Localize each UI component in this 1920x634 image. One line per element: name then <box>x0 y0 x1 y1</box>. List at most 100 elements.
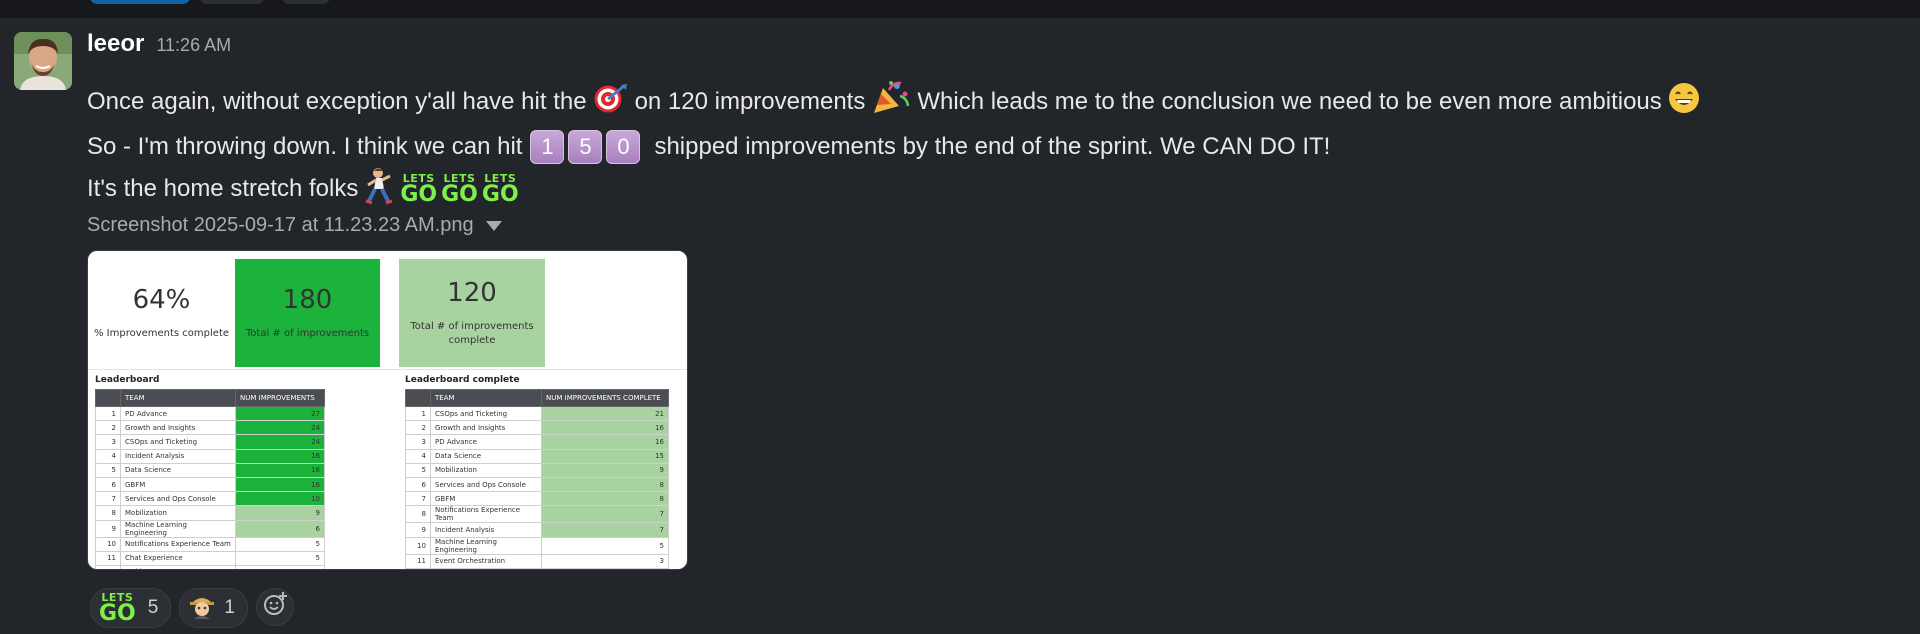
reaction-count: 1 <box>224 597 235 618</box>
team-cell: Machine Learning Engineering <box>120 519 236 538</box>
lets-go-emoji: LETS GO <box>481 171 519 207</box>
username[interactable]: leeor <box>87 30 144 58</box>
party-popper-icon <box>871 80 911 123</box>
value-cell: 27 <box>235 405 325 422</box>
table-row: 12Dev Ecosystem and Public APIs1 <box>405 567 669 569</box>
rank-cell: 5 <box>95 462 121 478</box>
table-row: 9 Machine Learning Engineering 6 <box>95 519 325 538</box>
table-row: 6 GBFM 16 <box>95 476 325 493</box>
rank-cell: 4 <box>95 448 121 464</box>
attachment-image-preview[interactable]: 64% % Improvements complete 180 Total # … <box>87 250 688 570</box>
table-row: 1 CSOps and Ticketing 21 <box>405 405 669 422</box>
table-row: 5 Mobilization 9 <box>405 462 669 478</box>
rank-cell: 2 <box>405 420 431 436</box>
rank-cell: 12 <box>95 564 121 569</box>
leaderboard-table: TEAM NUM IMPROVEMENTS 1 PD Advance 27 2 Grow… <box>95 389 325 569</box>
message-text: on 120 improvements <box>634 87 866 115</box>
team-cell: Mobilization <box>430 462 542 478</box>
team-cell: Data Science <box>430 448 542 464</box>
team-cell: Machine Learning Engineering <box>430 536 542 555</box>
message-line-2: So - I'm throwing down. I think we can h… <box>87 130 1330 164</box>
value-cell: 8 <box>541 491 669 507</box>
table-row: 5 Data Science 16 <box>95 462 325 478</box>
bullseye-icon <box>593 83 629 120</box>
table-row: 3 PD Advance 16 <box>405 434 669 450</box>
team-cell: Event Orchestration <box>430 553 542 569</box>
top-toolbar-edge <box>0 0 1920 18</box>
keycap-5-icon: 5 <box>568 130 603 164</box>
rank-cell: 4 <box>405 448 431 464</box>
toolbar-button-edge[interactable] <box>200 0 264 4</box>
reactions-bar: LETS GO 5 1 <box>90 588 294 628</box>
avatar[interactable] <box>14 32 72 90</box>
reaction-detective[interactable]: 1 <box>179 588 248 628</box>
divider <box>88 369 687 370</box>
attachment-filename-text[interactable]: Screenshot 2025-09-17 at 11.23.23 AM.png <box>87 214 474 237</box>
leaderboard-complete-table: TEAM NUM IMPROVEMENTS COMPLETE 1 CSOps an… <box>405 389 669 569</box>
rank-cell: 3 <box>95 434 121 450</box>
team-cell: Incidents <box>120 564 236 569</box>
message-line-1: Once again, without exception y'all have… <box>87 80 1706 123</box>
team-cell: Mobilization <box>120 505 236 521</box>
message-text: Which leads me to the conclusion we need… <box>917 87 1662 115</box>
value-cell: 5 <box>541 536 669 555</box>
table-row: 8 Notifications Experience Team 7 <box>405 505 669 524</box>
table-row: 11 Chat Experience 5 <box>95 550 325 566</box>
kpi-value: 180 <box>282 285 333 315</box>
rank-cell: 10 <box>95 536 121 552</box>
rank-cell: 8 <box>95 505 121 521</box>
table-row: 10 Notifications Experience Team 5 <box>95 536 325 552</box>
value-cell: 7 <box>541 522 669 538</box>
add-reaction-icon <box>262 591 288 623</box>
toolbar-button-edge[interactable] <box>282 0 330 4</box>
table-row: 2 Growth and Insights 24 <box>95 420 325 436</box>
team-cell: Growth and Insights <box>430 420 542 436</box>
leaderboard-complete-title: Leaderboard complete <box>405 375 520 385</box>
add-reaction-button[interactable] <box>255 588 294 626</box>
rank-cell: 6 <box>95 476 121 493</box>
kpi-label: Total # of improvements complete <box>410 321 534 346</box>
rank-cell: 7 <box>405 491 431 507</box>
table-row: 10 Machine Learning Engineering 5 <box>405 536 669 555</box>
team-cell: Notifications Experience Team <box>120 536 236 552</box>
chevron-down-icon[interactable] <box>485 220 502 231</box>
rank-cell: 11 <box>95 550 121 566</box>
detective-emoji <box>188 591 216 625</box>
value-cell: 21 <box>541 405 669 422</box>
value-cell: 24 <box>235 434 325 450</box>
attachment-filename[interactable]: Screenshot 2025-09-17 at 11.23.23 AM.png <box>87 214 502 237</box>
lets-go-emoji: LETS GO <box>99 590 136 626</box>
value-cell: 16 <box>235 462 325 478</box>
toolbar-button-edge[interactable] <box>90 0 190 4</box>
table-row: 2 Growth and Insights 16 <box>405 420 669 436</box>
value-cell: 16 <box>541 434 669 450</box>
table-row: 8 Mobilization 9 <box>95 505 325 521</box>
team-cell: CSOps and Ticketing <box>430 405 542 422</box>
value-cell: 3 <box>541 553 669 569</box>
team-cell: Dev Ecosystem and Public APIs <box>430 567 542 569</box>
kpi-total-complete: 120 Total # of improvements complete <box>399 259 545 367</box>
rank-cell: 5 <box>405 462 431 478</box>
value-cell: 1 <box>541 567 669 569</box>
table-row: 9 Incident Analysis 7 <box>405 522 669 538</box>
value-cell: 16 <box>235 476 325 493</box>
value-cell: 9 <box>541 462 669 478</box>
lets-go-emoji: LETS GO <box>441 171 478 207</box>
rank-cell: 12 <box>405 567 431 569</box>
reaction-lets-go[interactable]: LETS GO 5 <box>90 588 172 628</box>
team-cell: GBFM <box>430 491 542 507</box>
team-cell: Notifications Experience Team <box>430 505 542 524</box>
team-cell: Chat Experience <box>120 550 236 566</box>
table-row: 3 CSOps and Ticketing 24 <box>95 434 325 450</box>
team-cell: CSOps and Ticketing <box>120 434 236 450</box>
value-cell: 5 <box>235 536 325 552</box>
rank-cell: 2 <box>95 420 121 436</box>
column-header: TEAM <box>120 389 236 407</box>
message-text: Once again, without exception y'all have… <box>87 87 587 115</box>
timestamp[interactable]: 11:26 AM <box>156 35 231 56</box>
table-row: 7 GBFM 8 <box>405 491 669 507</box>
message: leeor 11:26 AM Once again, without excep… <box>0 18 1920 634</box>
leaderboard-title: Leaderboard <box>95 375 160 385</box>
column-header: TEAM <box>430 389 542 407</box>
rank-cell: 3 <box>405 434 431 450</box>
